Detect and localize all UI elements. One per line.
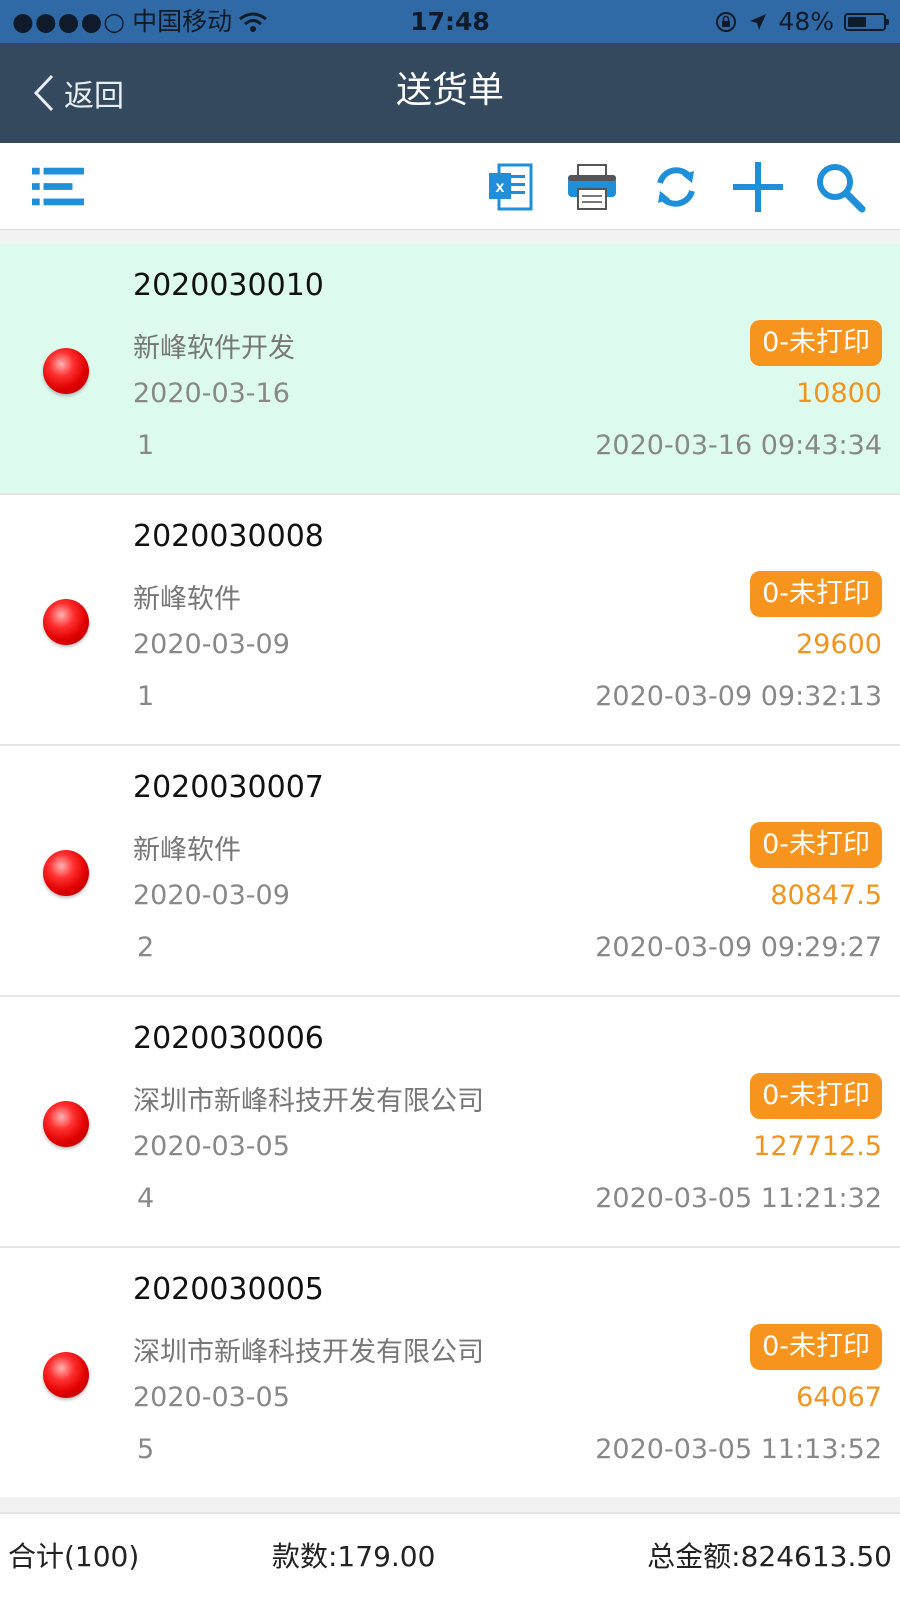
list-item[interactable]: 2020030007 新峰软件 2020-03-09 2 0-未打印 80847… bbox=[0, 746, 900, 997]
timestamp: 2020-03-05 11:13:52 bbox=[595, 1434, 882, 1465]
item-count: 5 bbox=[137, 1434, 155, 1465]
add-icon bbox=[733, 162, 783, 212]
doc-number: 2020030005 bbox=[133, 1272, 324, 1307]
nav-bar: 返回 送货单 bbox=[0, 43, 900, 143]
doc-number: 2020030010 bbox=[133, 268, 324, 303]
page-title: 送货单 bbox=[395, 70, 504, 111]
item-count: 4 bbox=[137, 1183, 155, 1214]
list-item[interactable]: 2020030008 新峰软件 2020-03-09 1 0-未打印 29600… bbox=[0, 495, 900, 746]
item-count: 1 bbox=[137, 430, 155, 461]
refresh-icon bbox=[657, 167, 695, 207]
svg-text:x: x bbox=[496, 179, 505, 196]
list-menu-button[interactable] bbox=[32, 161, 84, 213]
status-dot-icon bbox=[43, 1352, 89, 1398]
search-icon bbox=[817, 164, 866, 213]
timestamp: 2020-03-05 11:21:32 bbox=[595, 1183, 882, 1214]
doc-date: 2020-03-09 bbox=[133, 880, 290, 911]
timestamp: 2020-03-16 09:43:34 bbox=[595, 430, 882, 461]
status-dot-icon bbox=[43, 1101, 89, 1147]
doc-date: 2020-03-16 bbox=[133, 378, 290, 409]
customer-name: 新峰软件 bbox=[133, 584, 241, 615]
list-item[interactable]: 2020030006 深圳市新峰科技开发有限公司 2020-03-05 4 0-… bbox=[0, 997, 900, 1248]
status-bar: ●●●●○ 中国移动 17:48 48% bbox=[0, 0, 900, 43]
status-dot-icon bbox=[43, 599, 89, 645]
search-button[interactable] bbox=[814, 161, 866, 213]
toolbar: x bbox=[0, 143, 900, 230]
customer-name: 深圳市新峰科技开发有限公司 bbox=[133, 1086, 484, 1117]
list-item[interactable]: 2020030005 深圳市新峰科技开发有限公司 2020-03-05 5 0-… bbox=[0, 1248, 900, 1499]
amount: 80847.5 bbox=[770, 880, 882, 911]
total-quantity: 款数:179.00 bbox=[272, 1540, 436, 1573]
status-right: 48% bbox=[714, 0, 889, 43]
amount: 29600 bbox=[796, 629, 882, 660]
status-badge: 0-未打印 bbox=[750, 1073, 882, 1119]
footer-spacer bbox=[0, 1497, 900, 1512]
doc-number: 2020030007 bbox=[133, 770, 324, 805]
refresh-button[interactable] bbox=[650, 161, 702, 213]
doc-number: 2020030008 bbox=[133, 519, 324, 554]
doc-date: 2020-03-05 bbox=[133, 1131, 290, 1162]
status-badge: 0-未打印 bbox=[750, 1324, 882, 1370]
item-count: 2 bbox=[137, 932, 155, 963]
status-badge: 0-未打印 bbox=[750, 320, 882, 366]
doc-number: 2020030006 bbox=[133, 1021, 324, 1056]
list-menu-icon bbox=[32, 167, 84, 206]
excel-export-icon: x bbox=[489, 163, 533, 211]
print-button[interactable] bbox=[566, 161, 618, 213]
customer-name: 新峰软件开发 bbox=[133, 333, 295, 364]
export-excel-button[interactable]: x bbox=[484, 161, 536, 213]
summary-footer: 合计(100) 款数:179.00 总金额:824613.50 bbox=[0, 1512, 900, 1602]
status-badge: 0-未打印 bbox=[750, 571, 882, 617]
rotation-lock-icon bbox=[716, 11, 737, 32]
doc-date: 2020-03-05 bbox=[133, 1382, 290, 1413]
customer-name: 深圳市新峰科技开发有限公司 bbox=[133, 1337, 484, 1368]
amount: 64067 bbox=[796, 1382, 882, 1413]
total-records: 合计(100) bbox=[8, 1540, 140, 1573]
location-arrow-icon bbox=[750, 13, 767, 30]
doc-date: 2020-03-09 bbox=[133, 629, 290, 660]
amount: 127712.5 bbox=[753, 1131, 882, 1162]
customer-name: 新峰软件 bbox=[133, 835, 241, 866]
battery-percent: 48% bbox=[778, 7, 834, 36]
list-item[interactable]: 2020030010 新峰软件开发 2020-03-16 1 0-未打印 108… bbox=[0, 244, 900, 495]
total-amount: 总金额:824613.50 bbox=[647, 1540, 892, 1573]
item-count: 1 bbox=[137, 681, 155, 712]
status-badge: 0-未打印 bbox=[750, 822, 882, 868]
status-dot-icon bbox=[43, 850, 89, 896]
add-button[interactable] bbox=[732, 161, 784, 213]
timestamp: 2020-03-09 09:29:27 bbox=[595, 932, 882, 963]
printer-icon bbox=[568, 164, 616, 210]
delivery-list: 2020030010 新峰软件开发 2020-03-16 1 0-未打印 108… bbox=[0, 244, 900, 1499]
list-top-spacer bbox=[0, 230, 900, 244]
status-dot-icon bbox=[43, 348, 89, 394]
battery-icon bbox=[844, 12, 889, 31]
timestamp: 2020-03-09 09:32:13 bbox=[595, 681, 882, 712]
amount: 10800 bbox=[796, 378, 882, 409]
